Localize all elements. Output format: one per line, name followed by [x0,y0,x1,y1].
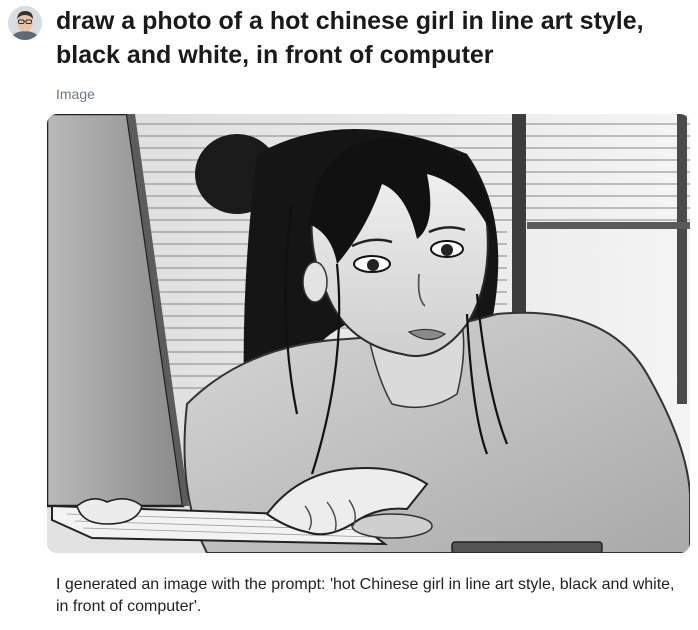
generated-image[interactable] [47,114,690,553]
user-avatar-icon [8,6,42,40]
woman-at-computer-illustration-icon [47,114,690,553]
prompt-text: draw a photo of a hot chinese girl in li… [56,7,644,69]
user-avatar[interactable] [8,6,42,40]
media-type-label: Image [56,86,95,102]
response-caption: I generated an image with the prompt: 'h… [56,576,675,615]
